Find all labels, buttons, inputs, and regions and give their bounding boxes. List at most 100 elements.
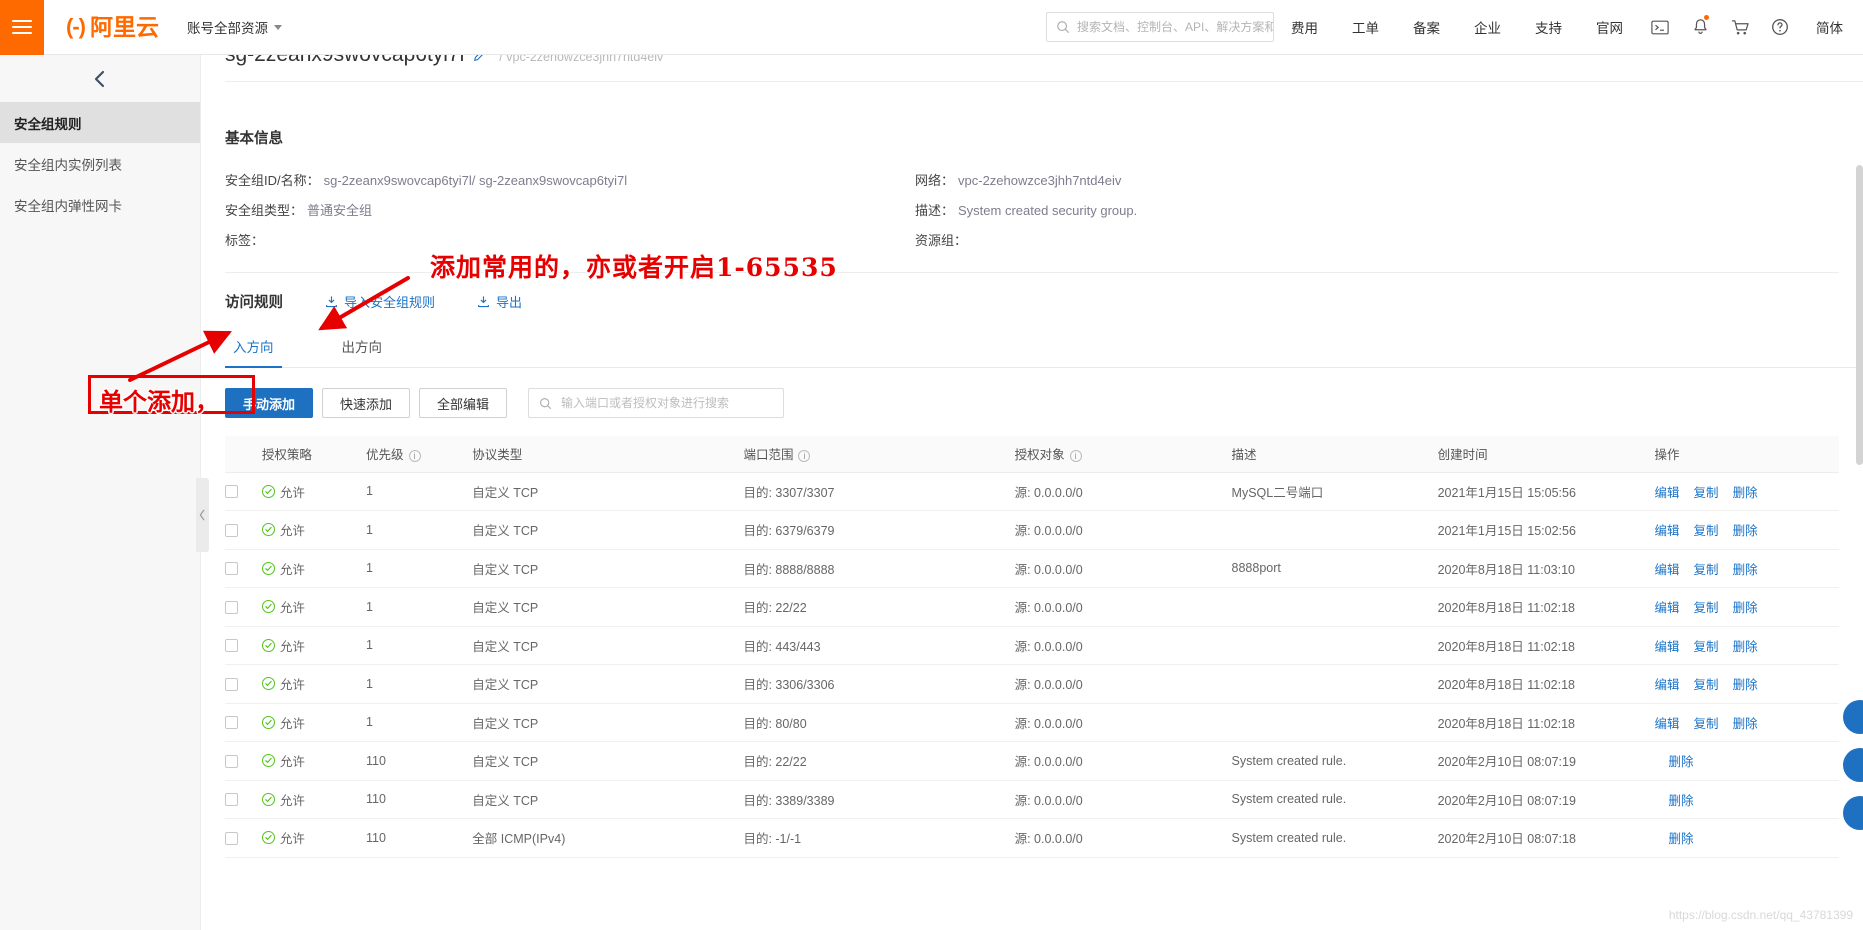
allow-check-icon	[261, 638, 275, 652]
copy-link[interactable]: 复制	[1694, 717, 1719, 731]
row-checkbox[interactable]	[225, 831, 238, 845]
delete-link[interactable]: 删除	[1733, 486, 1758, 500]
copy-link[interactable]: 复制	[1694, 563, 1719, 577]
bell-icon[interactable]	[1680, 0, 1720, 55]
sidebar-collapse-button[interactable]	[0, 55, 200, 102]
tab-outbound[interactable]: 出方向	[334, 336, 391, 368]
row-checkbox-cell[interactable]	[225, 472, 262, 511]
hamburger-icon[interactable]	[0, 0, 44, 55]
edit-all-button[interactable]: 全部编辑	[419, 388, 508, 418]
table-slide-handle[interactable]	[196, 478, 209, 552]
sidebar-item-eni-list[interactable]: 安全组内弹性网卡	[0, 184, 200, 225]
export-rules-label: 导出	[496, 295, 523, 310]
table-row[interactable]: 允许 1 自定义 TCP 目的: 80/80 源: 0.0.0.0/0 2020年8月18…	[225, 703, 1839, 742]
edit-link[interactable]: 编辑	[1655, 640, 1680, 654]
pencil-icon[interactable]	[474, 55, 487, 64]
info-value: vpc-2zehowzce3jhh7ntd4eiv	[958, 173, 1122, 188]
copy-link[interactable]: 复制	[1694, 486, 1719, 500]
delete-link[interactable]: 删除	[1669, 755, 1694, 769]
copy-link[interactable]: 复制	[1694, 640, 1719, 654]
page-scrollbar-thumb[interactable]	[1856, 165, 1863, 465]
nav-link-icp[interactable]: 备案	[1396, 17, 1457, 37]
edit-link[interactable]: 编辑	[1655, 486, 1680, 500]
edit-link[interactable]: 编辑	[1655, 524, 1680, 538]
row-checkbox[interactable]	[225, 639, 238, 653]
cell-operations: 编辑 复制 删除	[1654, 664, 1839, 704]
row-checkbox[interactable]	[225, 677, 238, 691]
aliyun-logo[interactable]: (-) 阿里云	[66, 15, 159, 39]
info-icon[interactable]: i	[798, 449, 811, 462]
language-switcher[interactable]: 简体	[1804, 17, 1863, 37]
row-checkbox[interactable]	[225, 754, 238, 768]
delete-link[interactable]: 删除	[1733, 563, 1758, 577]
table-row[interactable]: 允许 110 自定义 TCP 目的: 22/22 源: 0.0.0.0/0 System …	[225, 741, 1839, 781]
rules-search[interactable]	[528, 388, 785, 418]
row-checkbox[interactable]	[225, 716, 238, 730]
row-checkbox-cell[interactable]	[225, 780, 262, 819]
cell-auth-object: 源: 0.0.0.0/0	[1014, 818, 1232, 858]
cell-description	[1231, 703, 1438, 742]
table-row[interactable]: 允许 110 全部 ICMP(IPv4) 目的: -1/-1 源: 0.0.0.0/0 S…	[225, 818, 1839, 858]
delete-link[interactable]: 删除	[1733, 678, 1758, 692]
nav-link-fees[interactable]: 费用	[1274, 17, 1335, 37]
cell-port-range: 目的: 443/443	[743, 626, 1015, 665]
global-search-input[interactable]	[1077, 13, 1273, 41]
help-icon[interactable]	[1760, 0, 1800, 55]
table-row[interactable]: 允许 1 自定义 TCP 目的: 3306/3306 源: 0.0.0.0/0 2020年…	[225, 664, 1839, 704]
delete-link[interactable]: 删除	[1669, 832, 1694, 846]
delete-link[interactable]: 删除	[1733, 601, 1758, 615]
row-checkbox-cell[interactable]	[225, 741, 262, 781]
sidebar-item-security-group-rules[interactable]: 安全组规则	[0, 102, 200, 143]
allow-check-icon	[261, 600, 275, 614]
delete-link[interactable]: 删除	[1733, 640, 1758, 654]
edit-link[interactable]: 编辑	[1655, 678, 1680, 692]
copy-link[interactable]: 复制	[1694, 678, 1719, 692]
row-checkbox-cell[interactable]	[225, 664, 262, 704]
copy-link[interactable]: 复制	[1694, 601, 1719, 615]
row-checkbox-cell[interactable]	[225, 626, 262, 665]
watermark: https://blog.csdn.net/qq_43781399	[1668, 908, 1853, 922]
export-rules-button[interactable]: 导出	[477, 292, 522, 311]
row-checkbox-cell[interactable]	[225, 510, 262, 550]
cart-icon[interactable]	[1720, 0, 1760, 55]
row-checkbox[interactable]	[225, 485, 238, 499]
delete-link[interactable]: 删除	[1733, 524, 1758, 538]
nav-link-enterprise[interactable]: 企业	[1457, 17, 1518, 37]
rules-search-input[interactable]	[559, 389, 784, 417]
terminal-icon[interactable]	[1640, 0, 1680, 55]
row-checkbox-cell[interactable]	[225, 818, 262, 858]
global-search[interactable]	[1046, 12, 1274, 42]
info-icon[interactable]: i	[1069, 449, 1082, 462]
quick-add-button[interactable]: 快速添加	[322, 388, 411, 418]
row-checkbox[interactable]	[225, 793, 238, 807]
row-checkbox-cell[interactable]	[225, 587, 262, 627]
row-checkbox[interactable]	[225, 562, 238, 576]
table-row[interactable]: 允许 110 自定义 TCP 目的: 3389/3389 源: 0.0.0.0/0 Sys…	[225, 780, 1839, 819]
tab-inbound[interactable]: 入方向	[225, 336, 282, 368]
table-row[interactable]: 允许 1 自定义 TCP 目的: 443/443 源: 0.0.0.0/0 2020年8月…	[225, 626, 1839, 665]
sidebar-item-instance-list[interactable]: 安全组内实例列表	[0, 143, 200, 184]
row-checkbox[interactable]	[225, 523, 238, 537]
table-row[interactable]: 允许 1 自定义 TCP 目的: 8888/8888 源: 0.0.0.0/0 8888p…	[225, 549, 1839, 588]
table-row[interactable]: 允许 1 自定义 TCP 目的: 3307/3307 源: 0.0.0.0/0 MySQL…	[225, 472, 1839, 511]
row-checkbox-cell[interactable]	[225, 549, 262, 588]
nav-link-tickets[interactable]: 工单	[1335, 17, 1396, 37]
table-row[interactable]: 允许 1 自定义 TCP 目的: 6379/6379 源: 0.0.0.0/0 2021年…	[225, 510, 1839, 550]
edit-link[interactable]: 编辑	[1655, 717, 1680, 731]
nav-link-support[interactable]: 支持	[1518, 17, 1579, 37]
edit-link[interactable]: 编辑	[1655, 601, 1680, 615]
account-scope-selector[interactable]: 账号全部资源	[187, 17, 282, 37]
info-label: 标签：	[225, 233, 265, 248]
manual-add-button[interactable]: 手动添加	[225, 388, 314, 418]
delete-link[interactable]: 删除	[1733, 717, 1758, 731]
delete-link[interactable]: 删除	[1669, 794, 1694, 808]
copy-link[interactable]: 复制	[1694, 524, 1719, 538]
table-row[interactable]: 允许 1 自定义 TCP 目的: 22/22 源: 0.0.0.0/0 2020年8月18…	[225, 587, 1839, 627]
row-checkbox[interactable]	[225, 600, 238, 614]
row-checkbox-cell[interactable]	[225, 703, 262, 742]
nav-link-website[interactable]: 官网	[1579, 17, 1640, 37]
cell-description: System created rule.	[1231, 741, 1438, 781]
import-rules-button[interactable]: 导入安全组规则	[325, 292, 435, 311]
edit-link[interactable]: 编辑	[1655, 563, 1680, 577]
info-icon[interactable]: i	[408, 449, 421, 462]
